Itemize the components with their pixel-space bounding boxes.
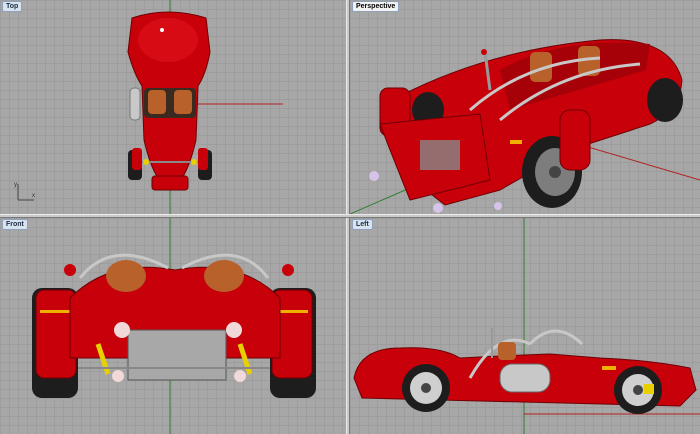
viewport-left[interactable]: Left <box>350 218 700 434</box>
viewport-title-top[interactable]: Top <box>2 1 23 12</box>
viewport-front[interactable]: Front <box>0 218 346 434</box>
viewport-perspective[interactable]: Perspective <box>350 0 700 214</box>
perspective-view-canvas <box>350 39 700 214</box>
front-view-canvas <box>32 218 316 434</box>
viewport-title-left[interactable]: Left <box>352 219 373 230</box>
top-view-canvas: y x <box>14 0 283 214</box>
viewport-divider-horizontal[interactable] <box>0 214 700 218</box>
viewport-title-front[interactable]: Front <box>2 219 28 230</box>
viewport-top[interactable]: Top y x <box>0 0 346 214</box>
left-view-canvas <box>353 218 700 434</box>
car-perspective-view <box>369 39 683 213</box>
car-front-view <box>32 253 316 398</box>
car-top-view <box>127 11 212 191</box>
car-side-view <box>353 328 697 414</box>
axis-label-x: x <box>32 193 35 199</box>
viewport-grid: Top y x Perspective Front Left <box>0 0 700 434</box>
viewport-title-perspective[interactable]: Perspective <box>352 1 400 12</box>
axis-label-y: y <box>14 182 17 188</box>
